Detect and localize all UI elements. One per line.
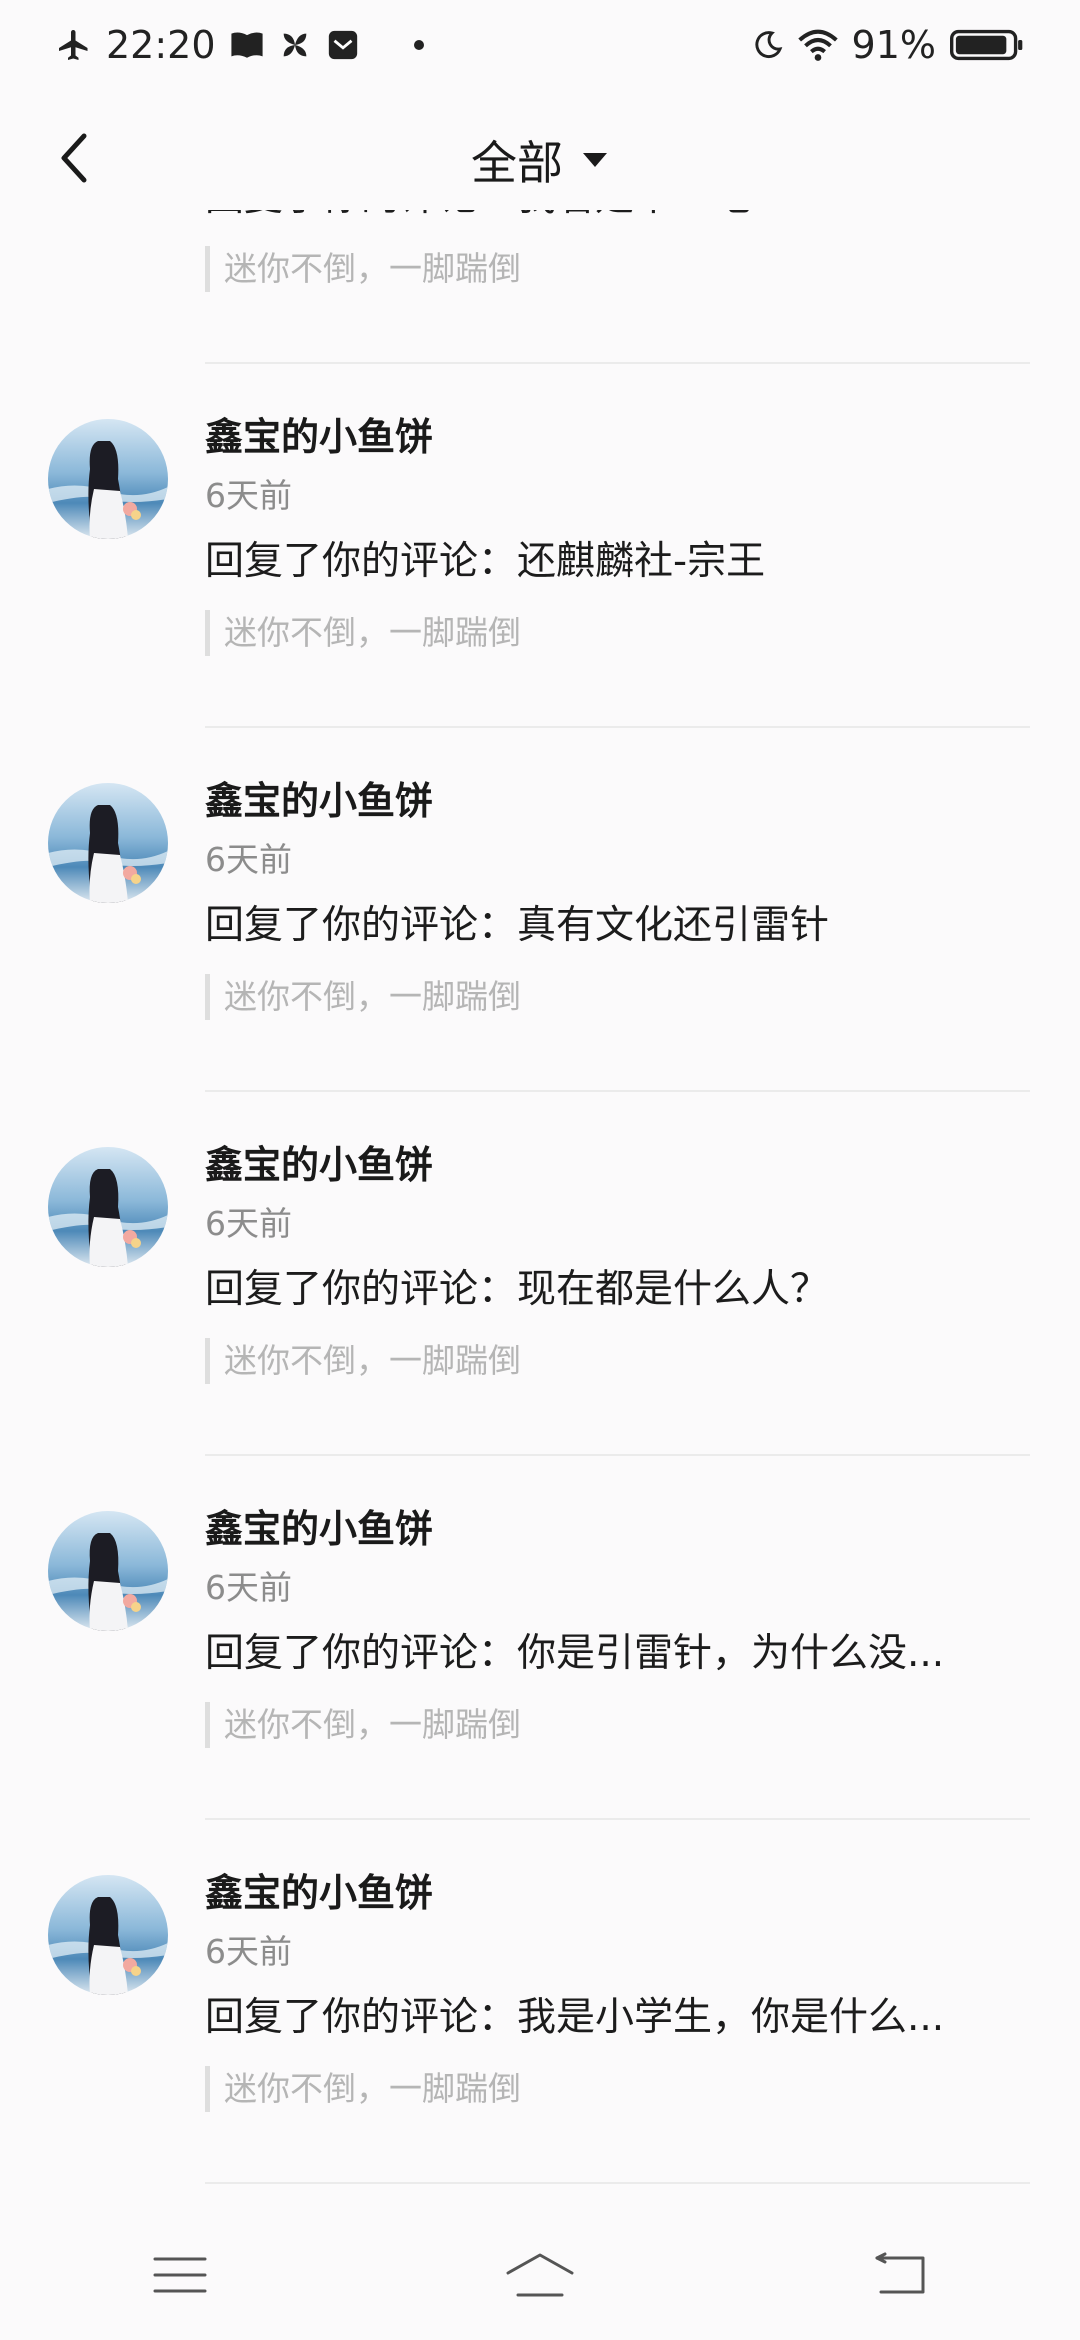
back-icon <box>875 2252 925 2294</box>
timestamp: 6天前 <box>205 1568 292 1607</box>
avatar[interactable] <box>48 1147 168 1267</box>
quoted-comment: 迷你不倒，一脚踹倒 <box>205 2066 521 2112</box>
quoted-comment: 迷你不倒，一脚踹倒 <box>205 974 521 1020</box>
filter-dropdown[interactable]: 全部 <box>471 127 609 193</box>
book-icon <box>230 30 264 60</box>
battery-icon <box>950 28 1024 62</box>
mail-icon <box>326 28 360 62</box>
quoted-comment: 迷你不倒，一脚踹倒 <box>205 1702 521 1748</box>
avatar[interactable] <box>48 783 168 903</box>
timestamp: 6天前 <box>205 476 292 515</box>
timestamp: 6天前 <box>205 840 292 879</box>
user-name[interactable]: 鑫宝的小鱼饼 <box>205 1498 433 1553</box>
divider <box>205 2182 1030 2184</box>
menu-button[interactable] <box>120 2235 240 2315</box>
reply-text: 回复了你的评论：现在都是什么人？ <box>205 1267 830 1312</box>
status-right: 91% <box>752 23 1024 67</box>
navigation-bar <box>0 2210 1080 2340</box>
reply-text: 回复了你的评论：你是引雷针，为什么没... <box>205 1631 945 1676</box>
quoted-comment: 迷你不倒，一脚踹倒 <box>205 1338 521 1384</box>
airplane-icon <box>56 27 92 63</box>
avatar[interactable] <box>48 419 168 539</box>
caret-down-icon <box>583 153 607 167</box>
back-button[interactable] <box>44 126 104 190</box>
wifi-icon <box>797 28 838 62</box>
moon-icon <box>752 29 784 61</box>
reply-text: 回复了你的评论：我是小学生，你是什么... <box>205 1995 945 2040</box>
page-title: 全部 <box>471 136 563 190</box>
quoted-comment: 迷你不倒，一脚踹倒 <box>205 610 521 656</box>
header: 全部 <box>0 110 1080 210</box>
battery-percent: 91% <box>851 23 936 67</box>
notification-dot <box>413 40 424 50</box>
user-name[interactable]: 鑫宝的小鱼饼 <box>205 770 433 825</box>
timestamp: 6天前 <box>205 1204 292 1243</box>
list-item[interactable]: 回复了你的评论：我看是中二吧 迷你不倒，一脚踹倒 <box>0 210 1080 364</box>
notification-list: 回复了你的评论：我看是中二吧 迷你不倒，一脚踹倒 鑫宝的小鱼饼 6天前 回复了你… <box>0 210 1080 2210</box>
reply-text: 回复了你的评论：我看是中二吧 <box>205 210 751 222</box>
home-icon <box>506 2253 574 2297</box>
status-left: 22:20 <box>56 23 424 67</box>
list-item[interactable]: 鑫宝的小鱼饼 6天前 回复了你的评论：还麒麟社-宗王 迷你不倒，一脚踹倒 <box>0 364 1080 728</box>
status-time: 22:20 <box>106 23 216 67</box>
user-name[interactable]: 鑫宝的小鱼饼 <box>205 1134 433 1189</box>
quoted-comment: 迷你不倒，一脚踹倒 <box>205 246 521 292</box>
avatar[interactable] <box>48 1875 168 1995</box>
back-nav-button[interactable] <box>840 2235 960 2315</box>
chevron-left-icon <box>61 133 87 183</box>
home-button[interactable] <box>480 2235 600 2315</box>
list-item[interactable]: 鑫宝的小鱼饼 6天前 回复了你的评论：我是小学生，你是什么... 迷你不倒，一脚… <box>0 1820 1080 2184</box>
timestamp: 6天前 <box>205 1932 292 1971</box>
status-bar: 22:20 91% <box>0 0 1080 90</box>
reply-text: 回复了你的评论：还麒麟社-宗王 <box>205 539 766 584</box>
list-item[interactable]: 鑫宝的小鱼饼 6天前 回复了你的评论：真有文化还引雷针 迷你不倒，一脚踹倒 <box>0 728 1080 1092</box>
menu-icon <box>153 2257 207 2293</box>
pinwheel-icon <box>278 28 312 62</box>
list-item[interactable]: 鑫宝的小鱼饼 6天前 回复了你的评论：现在都是什么人？ 迷你不倒，一脚踹倒 <box>0 1092 1080 1456</box>
user-name[interactable]: 鑫宝的小鱼饼 <box>205 1862 433 1917</box>
list-item[interactable]: 鑫宝的小鱼饼 6天前 回复了你的评论：你是引雷针，为什么没... 迷你不倒，一脚… <box>0 1456 1080 1820</box>
avatar[interactable] <box>48 1511 168 1631</box>
reply-text: 回复了你的评论：真有文化还引雷针 <box>205 903 830 948</box>
user-name[interactable]: 鑫宝的小鱼饼 <box>205 406 433 461</box>
